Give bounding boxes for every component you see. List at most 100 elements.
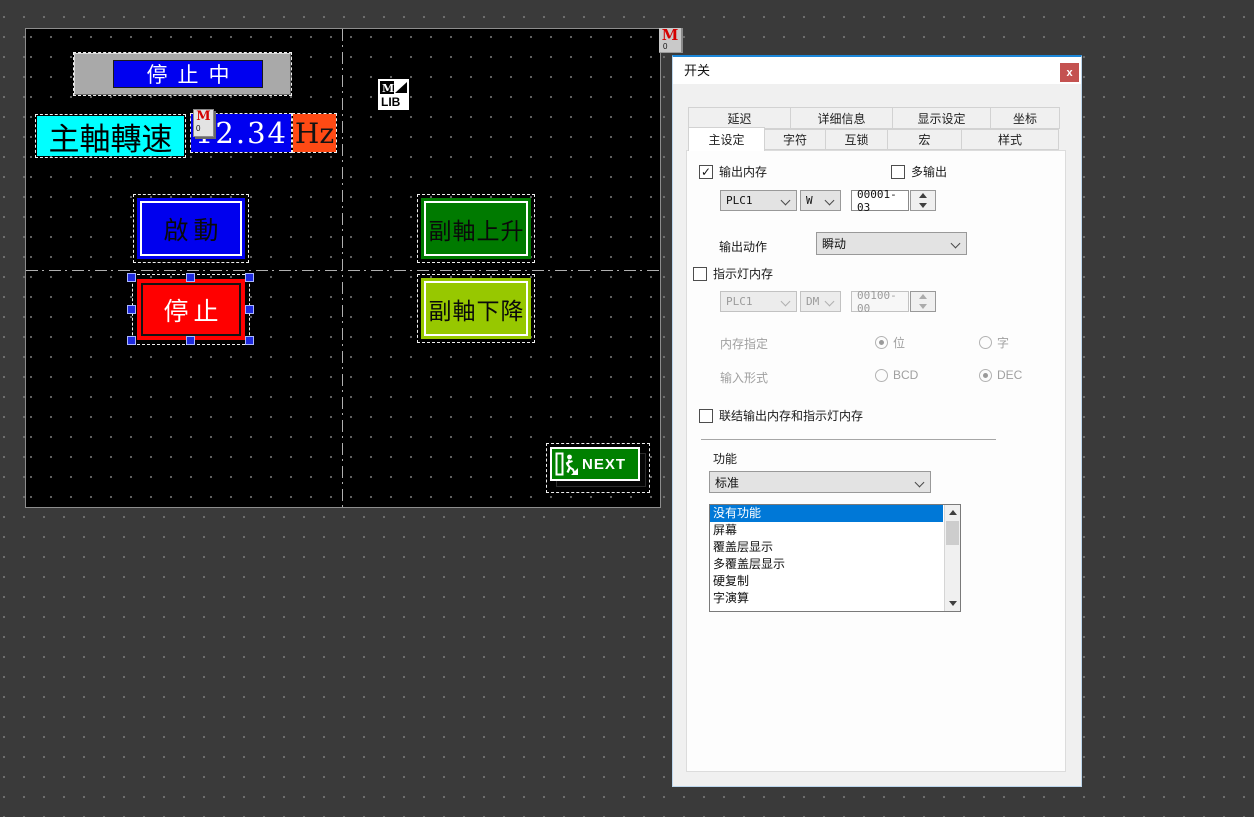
output-address-stepper[interactable] — [910, 190, 936, 211]
radio-dec: DEC — [979, 368, 1022, 382]
screen-macro-badge-count: 0 — [659, 43, 681, 51]
selection-handle[interactable] — [127, 305, 136, 314]
main-setting-pane: ✓ 输出内存 多输出 PLC1 W 00001-03 输出动作 瞬动 指示灯内存 — [686, 150, 1066, 772]
radio-icon — [979, 369, 992, 382]
status-lamp-label: 停止中 — [113, 60, 263, 88]
output-action-label: 输出动作 — [719, 238, 767, 255]
close-button[interactable]: x — [1060, 63, 1079, 82]
lamp-plc-value: PLC1 — [726, 295, 753, 308]
chevron-down-icon — [951, 239, 961, 249]
scroll-thumb[interactable] — [946, 521, 959, 545]
lamp-memory-checkbox[interactable]: 指示灯内存 — [693, 265, 773, 282]
selection-handle[interactable] — [245, 273, 254, 282]
tab-delay[interactable]: 延迟 — [688, 107, 791, 129]
status-lamp[interactable]: 停止中 — [74, 53, 291, 95]
lamp-plc-select: PLC1 — [720, 291, 797, 312]
selection-handle[interactable] — [186, 273, 195, 282]
aux-up-button[interactable]: 副軸上升 — [421, 198, 531, 259]
function-category-select[interactable]: 标准 — [709, 471, 931, 493]
hmi-screen-canvas[interactable]: 停止中 主軸轉速 12.34 Hz M 0 啟動 停止 副軸上升 副軸下降 — [25, 28, 661, 508]
scrollbar[interactable] — [944, 505, 960, 611]
lamp-address-field: 00100-00 — [851, 291, 909, 312]
separator — [701, 439, 996, 440]
tab-row-front: 主设定 字符 互锁 宏 样式 — [688, 129, 1059, 150]
list-item[interactable]: 硬复制 — [710, 573, 943, 590]
selection-handle[interactable] — [127, 336, 136, 345]
output-plc-select[interactable]: PLC1 — [720, 190, 797, 211]
aux-down-button[interactable]: 副軸下降 — [421, 278, 531, 339]
tab-style[interactable]: 样式 — [961, 129, 1059, 150]
list-item[interactable]: 字演算 — [710, 590, 943, 607]
center-guide-horizontal — [26, 270, 662, 271]
list-item[interactable]: 覆盖层显示 — [710, 539, 943, 556]
aux-up-button-label: 副軸上升 — [421, 198, 531, 259]
memory-assign-label: 内存指定 — [720, 335, 768, 352]
lamp-memory-label: 指示灯内存 — [713, 265, 773, 282]
mlib-icon-m: M — [382, 82, 394, 95]
spindle-speed-label[interactable]: 主軸轉速 — [37, 116, 184, 156]
link-memories-checkbox[interactable]: 联结输出内存和指示灯内存 — [699, 407, 863, 424]
dialog-title: 开关 — [684, 57, 710, 84]
next-screen-button[interactable]: NEXT — [547, 444, 649, 492]
chevron-down-icon — [825, 297, 835, 307]
exit-man-icon — [555, 451, 579, 477]
tab-row-back: 延迟 详细信息 显示设定 坐标 — [688, 107, 1060, 129]
stop-button[interactable]: 停止 — [137, 279, 245, 340]
selection-handle[interactable] — [186, 336, 195, 345]
multi-output-checkbox[interactable]: 多输出 — [891, 163, 947, 180]
selection-handle[interactable] — [245, 305, 254, 314]
tab-character[interactable]: 字符 — [764, 129, 826, 150]
chevron-down-icon — [781, 196, 791, 206]
center-guide-vertical — [342, 29, 343, 509]
next-button-label: NEXT — [582, 456, 626, 473]
tab-main-setting[interactable]: 主设定 — [688, 127, 765, 151]
scroll-down-button[interactable] — [945, 596, 960, 611]
lamp-address-stepper — [910, 291, 936, 312]
tab-coordinates[interactable]: 坐标 — [990, 107, 1060, 129]
output-memory-checkbox[interactable]: ✓ 输出内存 — [699, 163, 767, 180]
switch-settings-dialog: 开关 x 延迟 详细信息 显示设定 坐标 主设定 字符 互锁 宏 样式 ✓ 输出… — [672, 55, 1082, 787]
tab-interlock[interactable]: 互锁 — [825, 129, 888, 150]
output-plc-value: PLC1 — [726, 194, 753, 207]
output-action-select[interactable]: 瞬动 — [816, 232, 967, 255]
mlib-icon-lib: LIB — [381, 95, 401, 109]
chevron-down-icon — [781, 297, 791, 307]
input-format-label: 输入形式 — [720, 369, 768, 386]
tab-detail-info[interactable]: 详细信息 — [790, 107, 893, 129]
unit-label[interactable]: Hz — [293, 114, 336, 152]
radio-bit-label: 位 — [893, 334, 905, 351]
start-button[interactable]: 啟動 — [137, 198, 245, 259]
screen-macro-badge-letter: M — [659, 28, 681, 43]
radio-bit: 位 — [875, 334, 905, 351]
list-item[interactable]: 多覆盖层显示 — [710, 556, 943, 573]
chevron-down-icon — [915, 478, 925, 488]
radio-dec-label: DEC — [997, 368, 1022, 382]
output-memory-label: 输出内存 — [719, 163, 767, 180]
radio-word-label: 字 — [997, 334, 1009, 351]
selection-handle[interactable] — [245, 336, 254, 345]
close-icon: x — [1066, 67, 1072, 79]
radio-word: 字 — [979, 334, 1009, 351]
scroll-up-button[interactable] — [945, 505, 960, 520]
selection-handle[interactable] — [127, 273, 136, 282]
lamp-type-value: DM — [806, 295, 819, 308]
spin-up-icon — [919, 294, 927, 299]
list-item[interactable]: 没有功能 — [710, 505, 943, 522]
function-listbox[interactable]: 没有功能 屏幕 覆盖层显示 多覆盖层显示 硬复制 字演算 — [709, 504, 961, 612]
macro-badge-letter: M — [194, 110, 213, 124]
screen-macro-badge-icon[interactable]: M 0 — [659, 28, 683, 53]
radio-bcd: BCD — [875, 368, 918, 382]
mlib-library-icon[interactable]: M LIB — [378, 79, 409, 110]
output-type-value: W — [806, 194, 813, 207]
spin-down-icon — [919, 203, 927, 208]
output-type-select[interactable]: W — [800, 190, 841, 211]
tab-display-setting[interactable]: 显示设定 — [892, 107, 991, 129]
link-memories-label: 联结输出内存和指示灯内存 — [719, 407, 863, 424]
lamp-type-select: DM — [800, 291, 841, 312]
function-category-value: 标准 — [715, 474, 739, 491]
tab-macro[interactable]: 宏 — [887, 129, 962, 150]
output-address-field[interactable]: 00001-03 — [851, 190, 909, 211]
dialog-titlebar[interactable]: 开关 x — [673, 57, 1081, 84]
list-item[interactable]: 屏幕 — [710, 522, 943, 539]
radio-icon — [979, 336, 992, 349]
